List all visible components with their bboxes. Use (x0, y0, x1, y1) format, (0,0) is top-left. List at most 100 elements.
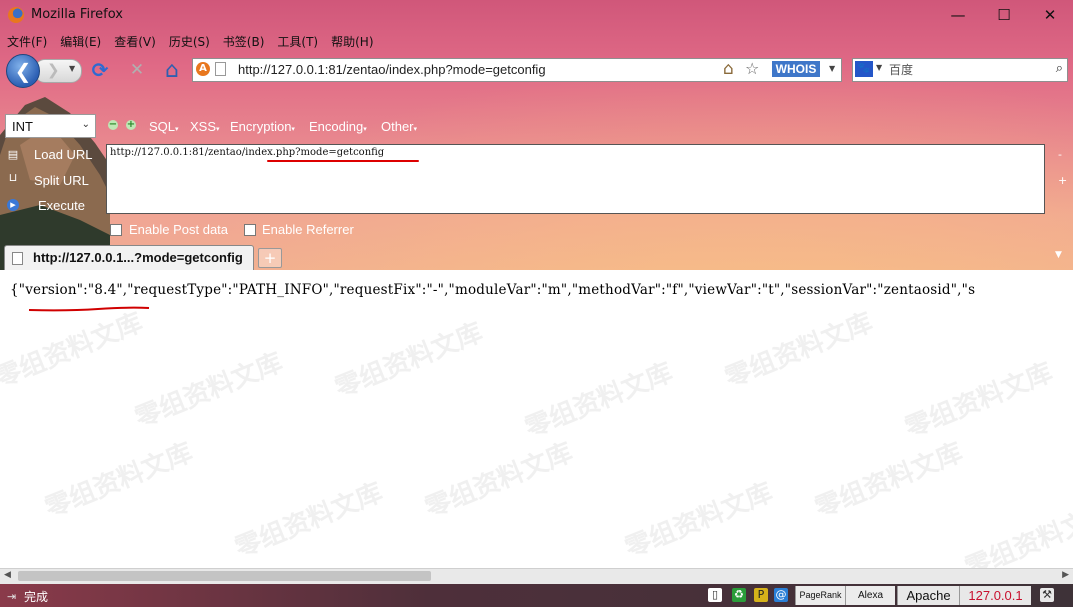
json-response-text: {"version":"8.4","requestType":"PATH_INF… (10, 282, 976, 298)
chevron-down-icon: ⌄ (81, 119, 90, 130)
maximize-button[interactable]: ☐ (981, 0, 1027, 30)
scroll-left-icon[interactable]: ◀ (4, 570, 11, 580)
plus-icon: + (263, 249, 277, 267)
reload-button[interactable]: ⟳ (89, 58, 111, 82)
window-title: Mozilla Firefox (31, 7, 123, 22)
load-url-button[interactable]: Load URL (34, 147, 93, 162)
watermark: 零组资料文库 (0, 307, 147, 394)
watermark: 零组资料文库 (960, 497, 1073, 568)
hackbar-url-textarea[interactable]: http://127.0.0.1:81/zentao/index.php?mod… (106, 144, 1045, 214)
url-input[interactable]: http://127.0.0.1:81/zentao/index.php?mod… (238, 62, 546, 77)
search-bar[interactable]: 🐾 ▼ 百度 ⌕ (852, 58, 1068, 82)
page-icon (12, 252, 23, 265)
status-text: 完成 (24, 590, 49, 604)
site-identity-icon[interactable]: A (196, 62, 210, 76)
back-button[interactable]: ❮ (6, 54, 40, 88)
menu-label: SQL (149, 119, 176, 134)
scroll-thumb[interactable] (18, 571, 431, 581)
menu-label: Other (381, 119, 414, 134)
whois-button[interactable]: WHOIS (772, 61, 820, 77)
hackbar-menu-encoding[interactable]: Encoding▾ (309, 119, 367, 134)
search-input[interactable]: 百度 (889, 61, 913, 78)
menu-bar: 文件(F) 编辑(E) 查看(V) 历史(S) 书签(B) 工具(T) 帮助(H… (0, 31, 380, 51)
textarea-shrink-button[interactable]: - (1058, 148, 1062, 161)
hackbar-menu-encryption[interactable]: Encryption▾ (230, 119, 295, 134)
load-url-icon: ▤ (7, 148, 19, 161)
enable-post-checkbox[interactable] (110, 224, 122, 236)
home-icon: ⌂ (165, 57, 179, 83)
status-bar: ⇥ 完成 ▯ ♻ P @ PageRank Alexa Apache 127.0… (0, 584, 1073, 607)
menu-arrow-icon: ▾ (175, 126, 179, 133)
enable-referrer-checkbox[interactable] (244, 224, 256, 236)
search-icon[interactable]: ⌕ (1056, 61, 1063, 76)
menu-file[interactable]: 文件(F) (0, 31, 53, 51)
menu-history[interactable]: 历史(S) (162, 31, 216, 51)
watermark: 零组资料文库 (810, 437, 967, 524)
watermark: 零组资料文库 (130, 347, 287, 434)
reload-icon: ⟳ (91, 58, 109, 82)
pagerank-label[interactable]: PageRank (795, 586, 845, 605)
new-tab-button[interactable]: + (258, 248, 282, 268)
textarea-grow-button[interactable]: + (1058, 174, 1067, 187)
enable-post-label: Enable Post data (129, 222, 229, 237)
split-url-button[interactable]: Split URL (34, 173, 89, 188)
watermark: 零组资料文库 (520, 357, 677, 444)
horizontal-scrollbar[interactable]: ◀ ▶ (0, 568, 1073, 584)
notes-icon[interactable]: P (754, 588, 768, 602)
url-bar[interactable]: A http://127.0.0.1:81/zentao/index.php?m… (192, 58, 842, 82)
url-dropdown-icon[interactable]: ▼ (829, 64, 835, 73)
watermark: 零组资料文库 (620, 477, 777, 564)
menu-edit[interactable]: 编辑(E) (53, 31, 107, 51)
home-button[interactable]: ⌂ (161, 57, 183, 83)
menu-tools[interactable]: 工具(T) (270, 31, 324, 51)
tools-icon[interactable]: ⚒ (1040, 588, 1054, 602)
status-icon: ⇥ (7, 590, 17, 603)
menu-bookmarks[interactable]: 书签(B) (216, 31, 271, 51)
hackbar-url-value: http://127.0.0.1:81/zentao/index.php?mod… (110, 147, 385, 158)
page-info-icon[interactable]: ▯ (708, 588, 722, 602)
email-icon[interactable]: @ (774, 588, 788, 602)
alexa-label[interactable]: Alexa (845, 586, 895, 605)
split-url-icon: ⊔ (8, 171, 18, 184)
history-dropdown-icon[interactable]: ▼ (69, 64, 75, 73)
watermark: 零组资料文库 (230, 477, 387, 564)
menu-label: XSS (190, 119, 217, 134)
home-page-icon[interactable]: ⌂ (723, 59, 734, 79)
menu-arrow-icon: ▾ (413, 126, 418, 133)
hackbar-type-select[interactable]: INT ⌄ (5, 114, 96, 138)
menu-label: Encryption (230, 119, 292, 134)
watermark: 零组资料文库 (40, 437, 197, 524)
tab-list-dropdown-icon[interactable]: ▼ (1055, 250, 1062, 260)
scroll-right-icon[interactable]: ▶ (1062, 570, 1069, 580)
menu-arrow-icon: ▾ (291, 126, 295, 133)
increase-button[interactable]: + (126, 120, 136, 130)
sync-icon[interactable]: ♻ (732, 588, 746, 602)
forward-button[interactable]: ❯ ▼ (34, 59, 82, 83)
tab-active[interactable]: http://127.0.0.1...?mode=getconfig (4, 245, 254, 270)
watermark: 零组资料文库 (330, 317, 487, 404)
page-icon (215, 62, 226, 76)
execute-button[interactable]: Execute (38, 198, 85, 213)
minimize-icon: — (950, 6, 966, 24)
execute-icon: ▸ (7, 199, 19, 211)
menu-help[interactable]: 帮助(H) (324, 31, 379, 51)
minimize-button[interactable]: — (935, 0, 981, 30)
bookmark-star-icon[interactable]: ☆ (745, 59, 759, 78)
hackbar-menu-sql[interactable]: SQL▾ (149, 119, 179, 134)
watermark: 零组资料文库 (720, 307, 877, 394)
back-arrow-icon: ❮ (14, 59, 32, 83)
menu-arrow-icon: ▾ (216, 126, 220, 133)
tab-title: http://127.0.0.1...?mode=getconfig (33, 250, 243, 265)
stop-button[interactable]: ✕ (126, 59, 148, 81)
engine-dropdown-icon[interactable]: ▼ (876, 63, 882, 72)
close-button[interactable]: ✕ (1027, 0, 1073, 30)
watermark: 零组资料文库 (900, 357, 1057, 444)
ip-address-label[interactable]: 127.0.0.1 (959, 586, 1031, 605)
baidu-engine-icon[interactable]: 🐾 (855, 61, 873, 77)
hackbar-menu-xss[interactable]: XSS▾ (190, 119, 220, 134)
hackbar-menu-other[interactable]: Other▾ (381, 119, 417, 134)
server-label[interactable]: Apache (897, 586, 959, 605)
menu-view[interactable]: 查看(V) (107, 31, 162, 51)
decrease-button[interactable]: − (108, 120, 118, 130)
red-annotation-underline (267, 160, 419, 162)
